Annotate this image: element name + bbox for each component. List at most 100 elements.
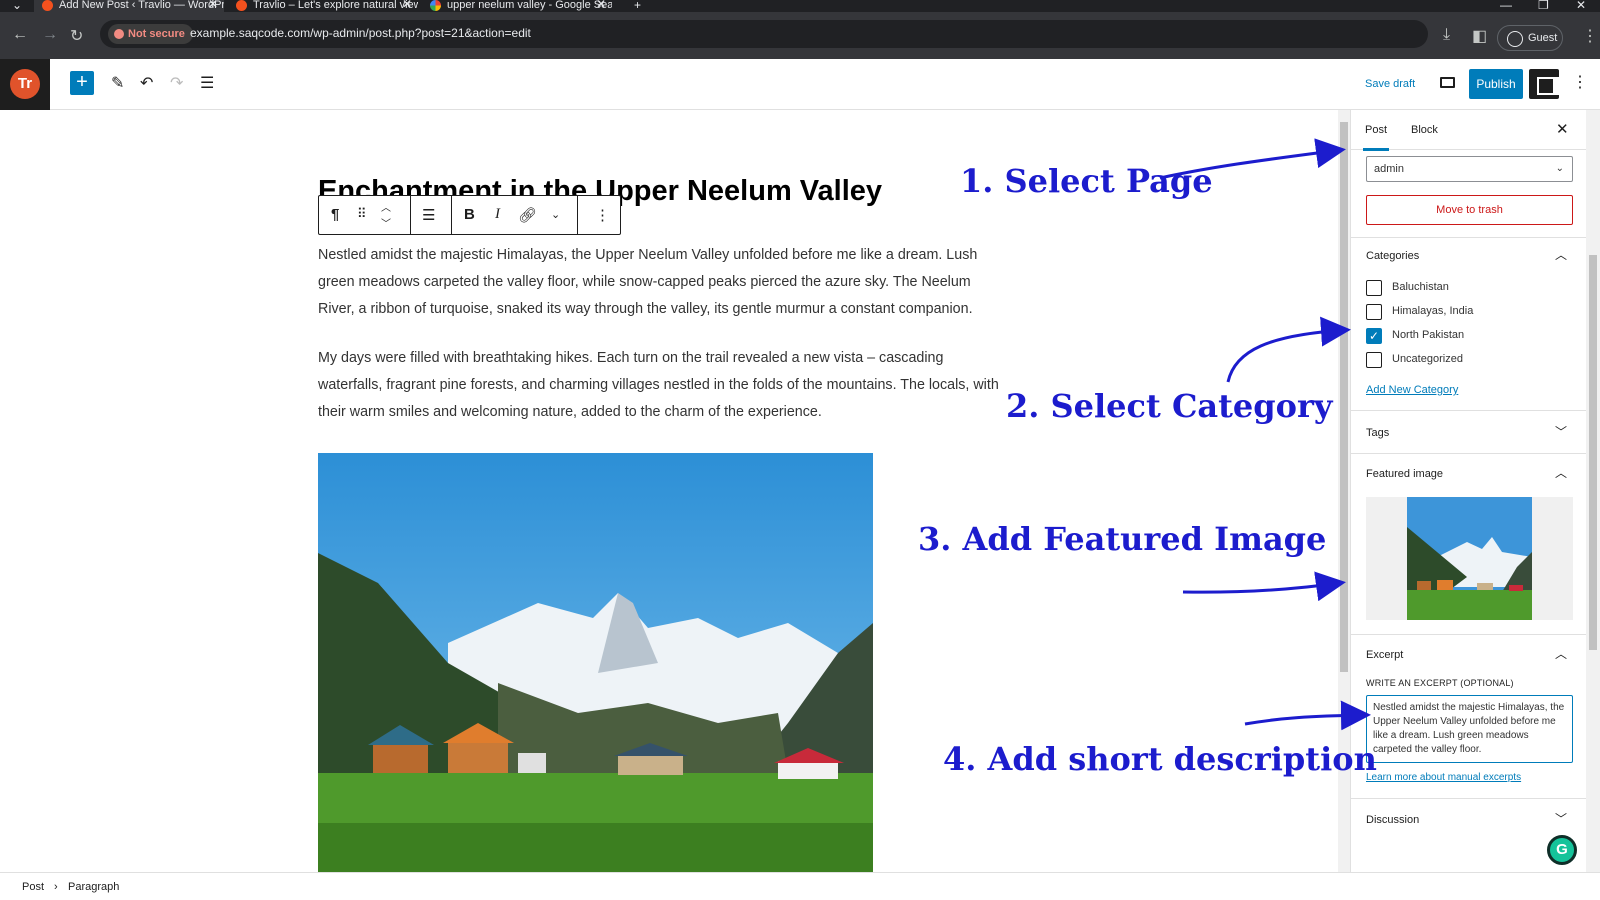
chevron-down-icon: ⌄ bbox=[1555, 163, 1564, 174]
address-bar[interactable]: Not secure example.saqcode.com/wp-admin/… bbox=[100, 20, 1428, 48]
panel-divider bbox=[1351, 453, 1586, 454]
toolbar-divider bbox=[451, 196, 452, 234]
settings-toggle-icon[interactable] bbox=[1529, 69, 1559, 99]
valley-photo bbox=[318, 453, 873, 872]
featured-image-preview[interactable] bbox=[1366, 497, 1573, 620]
chevron-down-icon[interactable]: ﹀ bbox=[1555, 423, 1567, 440]
excerpt-textarea[interactable]: Nestled amidst the majestic Himalayas, t… bbox=[1366, 695, 1573, 763]
browser-tab-add-new-post[interactable]: Add New Post ‹ Travlio — WordPress ✕ bbox=[34, 0, 224, 12]
panel-divider bbox=[1351, 798, 1586, 799]
paragraph-block-icon[interactable]: ¶ bbox=[331, 206, 339, 223]
redo-icon[interactable]: ↷ bbox=[170, 73, 183, 93]
move-up-icon[interactable]: ︿ bbox=[381, 199, 391, 214]
annotation-select-category: 2. Select Category bbox=[1006, 387, 1333, 425]
tab-post[interactable]: Post bbox=[1362, 124, 1390, 151]
add-new-category-link[interactable]: Add New Category bbox=[1366, 384, 1458, 396]
back-icon[interactable]: ← bbox=[12, 26, 28, 44]
side-panel-icon[interactable]: ◧ bbox=[1472, 26, 1487, 46]
travlio-favicon-icon bbox=[42, 0, 53, 11]
paragraph-block[interactable]: Nestled amidst the majestic Himalayas, t… bbox=[318, 242, 1008, 323]
browser-tab-travlio[interactable]: Travlio – Let's explore natural views ✕ bbox=[228, 0, 418, 12]
align-left-icon[interactable]: ☰ bbox=[422, 206, 435, 224]
close-tab-icon[interactable]: ✕ bbox=[596, 0, 606, 10]
google-favicon-icon bbox=[430, 0, 441, 11]
featured-image-panel-title[interactable]: Featured image bbox=[1366, 468, 1443, 480]
panel-divider bbox=[1351, 634, 1586, 635]
author-select[interactable]: admin ⌄ bbox=[1366, 156, 1573, 182]
restore-window-icon[interactable]: ❐ bbox=[1538, 0, 1549, 12]
more-rich-text-chevron-icon[interactable]: ⌄ bbox=[551, 208, 560, 221]
sidebar-tabs: Post Block ✕ bbox=[1351, 110, 1586, 151]
undo-icon[interactable]: ↶ bbox=[140, 73, 153, 93]
close-sidebar-icon[interactable]: ✕ bbox=[1556, 120, 1569, 138]
panel-divider bbox=[1351, 410, 1586, 411]
logo-text: Tr bbox=[10, 69, 40, 99]
bold-icon[interactable]: B bbox=[464, 206, 475, 223]
browser-tab-google-search[interactable]: upper neelum valley - Google Search ✕ bbox=[422, 0, 612, 12]
drag-handle-icon[interactable]: ⠿ bbox=[357, 206, 367, 222]
close-tab-icon[interactable]: ✕ bbox=[208, 0, 218, 10]
chevron-up-icon[interactable]: ︿ bbox=[1555, 645, 1567, 662]
breadcrumb-item-post[interactable]: Post bbox=[22, 881, 44, 893]
excerpt-panel-title[interactable]: Excerpt bbox=[1366, 649, 1403, 661]
tab-search-icon[interactable]: ⌄ bbox=[12, 0, 22, 12]
grammarly-icon[interactable]: G bbox=[1547, 835, 1577, 865]
checkbox[interactable] bbox=[1366, 352, 1382, 368]
url-text[interactable]: example.saqcode.com/wp-admin/post.php?po… bbox=[190, 26, 531, 40]
discussion-panel-title[interactable]: Discussion bbox=[1366, 814, 1419, 826]
chevron-up-icon[interactable]: ︿ bbox=[1555, 464, 1567, 481]
chevron-down-icon[interactable]: ﹀ bbox=[1555, 810, 1567, 827]
edit-pencil-icon[interactable]: ✎ bbox=[111, 73, 124, 93]
breadcrumb-separator-icon: › bbox=[54, 881, 58, 893]
annotation-add-short-description: 4. Add short description bbox=[943, 740, 1377, 778]
annotation-select-page: 1. Select Page bbox=[960, 162, 1213, 200]
valley-image-block[interactable] bbox=[318, 453, 873, 872]
close-window-icon[interactable]: ✕ bbox=[1576, 0, 1586, 12]
forward-icon[interactable]: → bbox=[42, 26, 58, 44]
site-logo[interactable]: Tr bbox=[0, 59, 50, 110]
close-tab-icon[interactable]: ✕ bbox=[402, 0, 412, 10]
tags-panel-title[interactable]: Tags bbox=[1366, 427, 1389, 439]
tab-block[interactable]: Block bbox=[1411, 124, 1438, 136]
options-menu-icon[interactable]: ⋮ bbox=[1572, 72, 1588, 92]
breadcrumb-item-paragraph[interactable]: Paragraph bbox=[68, 881, 119, 893]
editor-header: Tr + ✎ ↶ ↷ ☰ Save draft Publish ⋮ bbox=[0, 59, 1600, 110]
categories-panel-title[interactable]: Categories bbox=[1366, 250, 1419, 262]
paragraph-block[interactable]: My days were filled with breathtaking hi… bbox=[318, 345, 1008, 426]
move-to-trash-button[interactable]: Move to trash bbox=[1366, 195, 1573, 225]
document-overview-icon[interactable]: ☰ bbox=[200, 73, 214, 93]
italic-icon[interactable]: I bbox=[495, 206, 500, 223]
publish-button[interactable]: Publish bbox=[1469, 69, 1523, 99]
block-toolbar: ¶ ⠿ ︿ ﹀ ☰ B I 🔗︎ ⌄ ⋮ bbox=[318, 195, 621, 235]
download-icon[interactable]: ⤓ bbox=[1443, 26, 1450, 44]
annotation-add-featured-image: 3. Add Featured Image bbox=[918, 520, 1327, 558]
link-icon[interactable]: 🔗︎ bbox=[518, 206, 537, 224]
save-draft-button[interactable]: Save draft bbox=[1365, 78, 1415, 90]
travlio-favicon-icon bbox=[236, 0, 247, 11]
block-options-icon[interactable]: ⋮ bbox=[595, 206, 610, 224]
panel-divider bbox=[1351, 237, 1586, 238]
scrollbar-thumb[interactable] bbox=[1589, 255, 1597, 650]
reload-icon[interactable]: ↻ bbox=[70, 26, 83, 46]
move-down-icon[interactable]: ﹀ bbox=[381, 215, 391, 230]
settings-sidebar: Post Block ✕ admin ⌄ Move to trash Categ… bbox=[1350, 110, 1586, 872]
checkbox[interactable] bbox=[1366, 304, 1382, 320]
featured-thumbnail bbox=[1366, 497, 1573, 620]
minimize-window-icon[interactable]: — bbox=[1500, 0, 1512, 12]
profile-guest-button[interactable]: Guest bbox=[1497, 25, 1563, 51]
add-block-button[interactable]: + bbox=[70, 71, 94, 95]
excerpt-help-link[interactable]: Learn more about manual excerpts bbox=[1366, 772, 1521, 783]
sidebar-scrollbar[interactable] bbox=[1586, 110, 1600, 872]
toolbar-divider bbox=[410, 196, 411, 234]
preview-device-icon[interactable] bbox=[1440, 77, 1455, 88]
checkbox-checked[interactable]: ✓ bbox=[1366, 328, 1382, 344]
excerpt-label: WRITE AN EXCERPT (OPTIONAL) bbox=[1366, 678, 1514, 688]
not-secure-badge[interactable]: Not secure bbox=[108, 24, 193, 44]
scrollbar-thumb[interactable] bbox=[1340, 122, 1348, 672]
toolbar-divider bbox=[577, 196, 578, 234]
browser-toolbar: ← → ↻ Not secure example.saqcode.com/wp-… bbox=[0, 12, 1600, 59]
new-tab-icon[interactable]: + bbox=[634, 0, 641, 12]
checkbox[interactable] bbox=[1366, 280, 1382, 296]
browser-menu-icon[interactable]: ⋮ bbox=[1582, 26, 1598, 46]
chevron-up-icon[interactable]: ︿ bbox=[1555, 246, 1567, 263]
